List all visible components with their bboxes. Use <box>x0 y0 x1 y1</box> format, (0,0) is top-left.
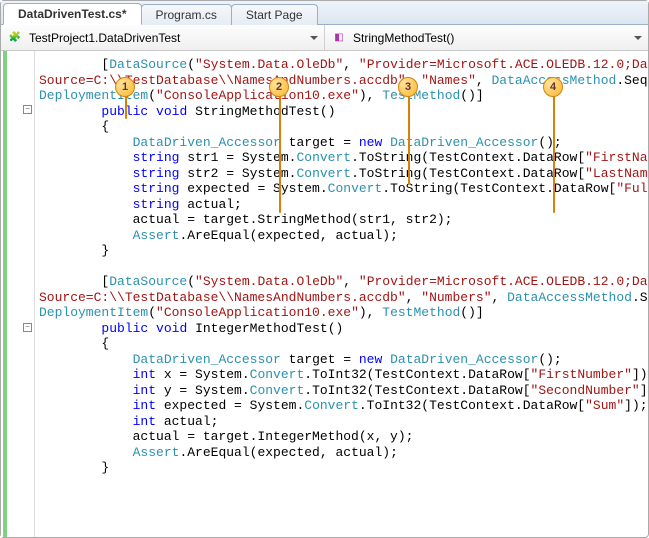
class-dropdown-label: TestProject1.DataDrivenTest <box>29 31 180 45</box>
method-icon: ◧ <box>331 30 347 46</box>
navigation-bar: 🧩 TestProject1.DataDrivenTest ◧ StringMe… <box>1 25 648 51</box>
member-dropdown-label: StringMethodTest() <box>353 31 454 45</box>
chevron-down-icon <box>310 36 318 40</box>
tab-program[interactable]: Program.cs <box>141 4 232 25</box>
outline-collapse-icon[interactable] <box>23 105 32 114</box>
outline-collapse-icon[interactable] <box>23 323 32 332</box>
tab-startpage[interactable]: Start Page <box>231 4 318 25</box>
tab-datadriventest[interactable]: DataDrivenTest.cs* <box>3 3 142 25</box>
code-area[interactable]: [DataSource("System.Data.OleDb", "Provid… <box>35 51 648 537</box>
member-dropdown[interactable]: ◧ StringMethodTest() <box>325 25 648 50</box>
class-dropdown[interactable]: 🧩 TestProject1.DataDrivenTest <box>1 25 325 50</box>
editor-gutter <box>1 51 35 537</box>
tab-bar: DataDrivenTest.cs* Program.cs Start Page <box>1 1 648 25</box>
code-editor[interactable]: [DataSource("System.Data.OleDb", "Provid… <box>1 51 648 537</box>
class-icon: 🧩 <box>7 30 23 46</box>
chevron-down-icon <box>634 36 642 40</box>
